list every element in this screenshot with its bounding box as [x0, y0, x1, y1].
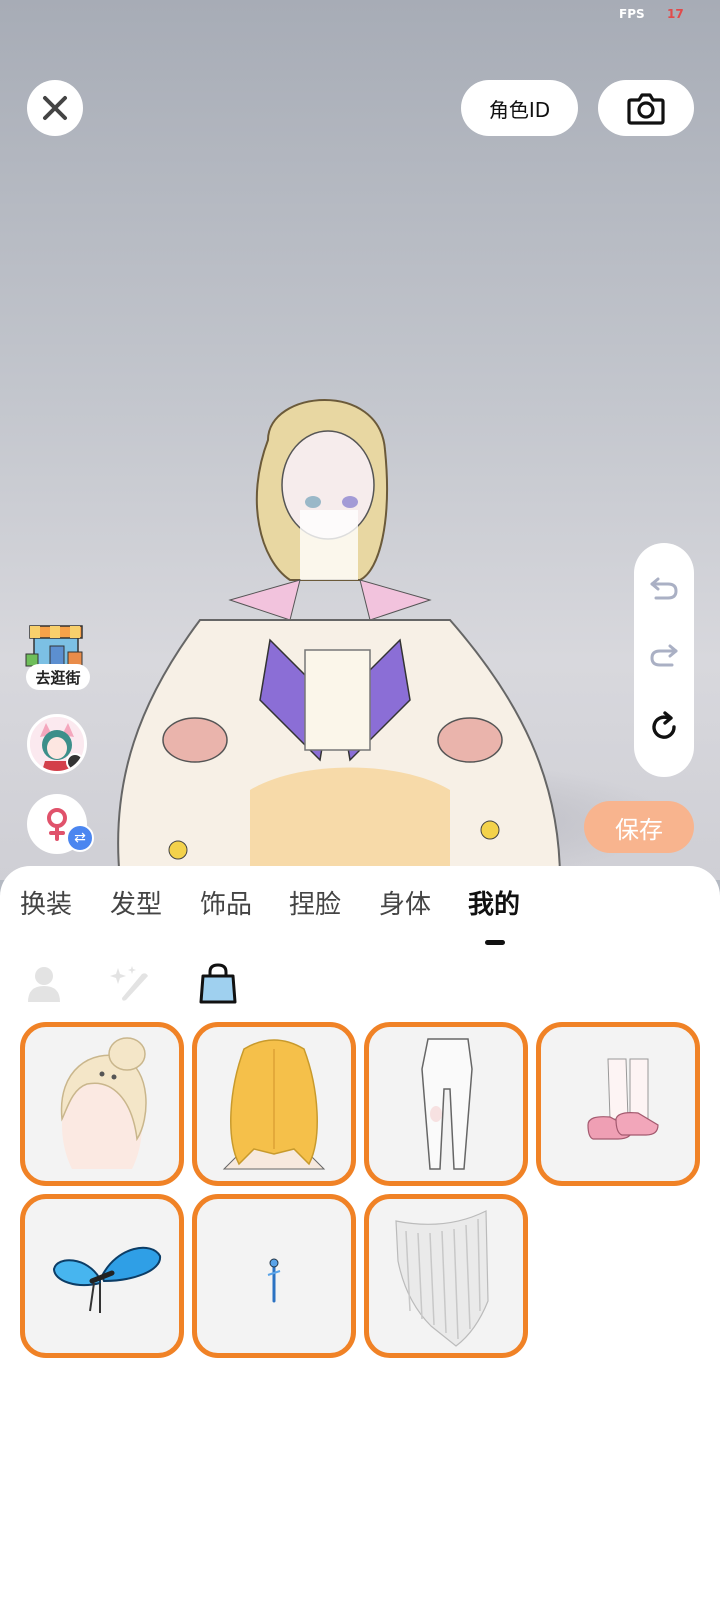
- pink-shoes-icon: [587, 1058, 659, 1140]
- item-card[interactable]: [536, 1022, 700, 1186]
- active-tab-indicator: [485, 940, 505, 945]
- person-icon[interactable]: [22, 962, 66, 1006]
- butterfly-icon: [52, 1246, 162, 1313]
- golden-hair-icon: [222, 1039, 326, 1170]
- white-tights-icon: [421, 1038, 473, 1170]
- veil-icon: [395, 1210, 489, 1347]
- fps-value: 17: [667, 7, 684, 21]
- history-controls: [634, 543, 694, 777]
- item-card[interactable]: [364, 1194, 528, 1358]
- reset-icon[interactable]: [648, 711, 680, 743]
- item-card[interactable]: [20, 1022, 184, 1186]
- fps-label: FPS: [619, 7, 645, 21]
- item-card[interactable]: [192, 1022, 356, 1186]
- bag-icon[interactable]: [196, 962, 240, 1006]
- sparkle-brush-icon[interactable]: [108, 962, 152, 1006]
- undo-icon[interactable]: [648, 571, 680, 603]
- tab-body[interactable]: 身体: [379, 884, 431, 921]
- avatar-3d-viewport[interactable]: FPS 17 角色ID 去逛街 ⇄ 保存: [0, 0, 720, 880]
- camera-button[interactable]: [598, 80, 694, 136]
- tab-mine[interactable]: 我的: [468, 884, 520, 921]
- hidden-badge-icon: [66, 753, 84, 771]
- category-tabs: 换装 发型 饰品 捏脸 身体 我的: [0, 884, 720, 934]
- avatar[interactable]: [27, 714, 87, 774]
- role-id-label: 角色ID: [488, 97, 551, 122]
- wardrobe-panel: 换装 发型 饰品 捏脸 身体 我的: [0, 866, 720, 1600]
- tab-face[interactable]: 捏脸: [289, 884, 341, 921]
- swap-icon: ⇄: [66, 824, 94, 852]
- close-icon: [43, 96, 67, 120]
- item-card[interactable]: [192, 1194, 356, 1358]
- sub-filter-bar: [0, 962, 720, 1006]
- tab-hairstyle[interactable]: 发型: [110, 884, 162, 921]
- save-button[interactable]: 保存: [584, 801, 694, 853]
- go-shopping-label: 去逛街: [26, 664, 90, 690]
- item-card[interactable]: [20, 1194, 184, 1358]
- redo-icon[interactable]: [648, 638, 680, 670]
- tab-outfit[interactable]: 换装: [20, 884, 72, 921]
- camera-icon: [627, 93, 665, 125]
- braided-hair-icon: [60, 1037, 147, 1169]
- hairpin-icon: [267, 1258, 281, 1303]
- close-button[interactable]: [27, 80, 83, 136]
- item-card[interactable]: [364, 1022, 528, 1186]
- tab-accessories[interactable]: 饰品: [200, 884, 252, 921]
- role-id-button[interactable]: 角色ID: [461, 80, 578, 136]
